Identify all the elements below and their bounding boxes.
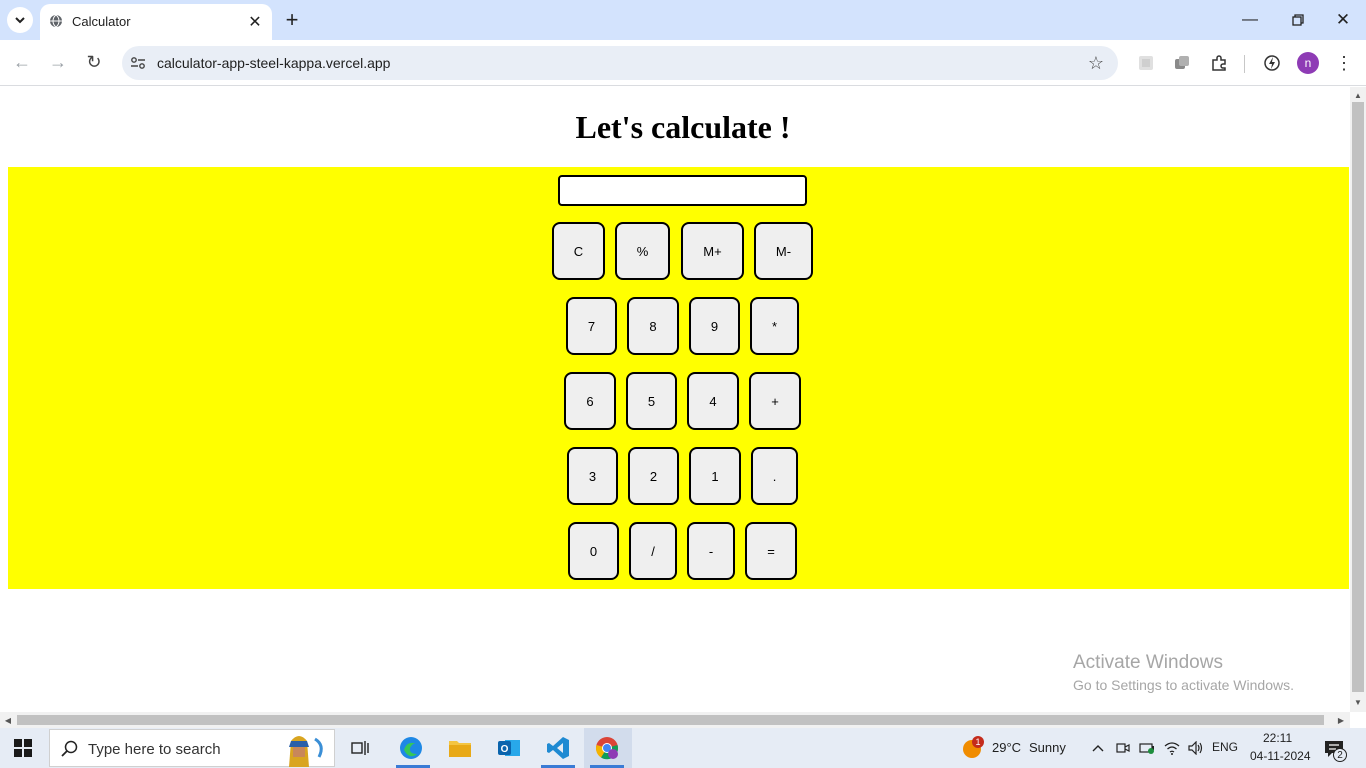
vertical-scrollbar[interactable]: ▲ ▼ (1350, 87, 1366, 712)
address-bar[interactable]: calculator-app-steel-kappa.vercel.app ☆ (122, 46, 1118, 80)
avatar[interactable]: n (1297, 52, 1319, 74)
extension-b-icon[interactable] (1172, 53, 1192, 73)
outlook-icon[interactable]: O (496, 735, 522, 761)
key-memory-minus[interactable]: M- (754, 222, 813, 280)
wifi-icon[interactable] (1162, 738, 1182, 758)
forward-icon[interactable]: → (47, 51, 69, 73)
key-3[interactable]: 3 (567, 447, 618, 505)
weather-badge: 1 (972, 736, 984, 748)
key-memory-plus[interactable]: M+ (681, 222, 744, 280)
svg-text:O: O (501, 744, 509, 755)
new-tab-icon[interactable]: + (282, 7, 302, 32)
search-icon (60, 739, 80, 759)
taskbar-search[interactable]: Type here to search (49, 729, 335, 767)
key-6[interactable]: 6 (564, 372, 616, 430)
extension-a-icon[interactable] (1136, 53, 1156, 73)
back-icon[interactable]: ← (11, 51, 33, 73)
key-9[interactable]: 9 (689, 297, 740, 355)
performance-icon[interactable] (1261, 52, 1283, 74)
menu-kebab-icon[interactable]: ⋮ (1334, 52, 1354, 74)
clock-time[interactable]: 22:11 (1263, 731, 1292, 745)
horizontal-scroll-thumb[interactable] (17, 715, 1324, 725)
key-multiply[interactable]: * (750, 297, 799, 355)
activation-watermark-subtitle: Go to Settings to activate Windows. (1073, 677, 1294, 693)
page-title: Let's calculate ! (575, 109, 791, 145)
reload-icon[interactable]: ↻ (83, 51, 105, 73)
battery-icon[interactable] (1138, 738, 1156, 758)
extensions-puzzle-icon[interactable] (1208, 52, 1230, 74)
key-decimal[interactable]: . (751, 447, 798, 505)
tab-strip: Calculator ✕ + — ✕ (0, 0, 1366, 40)
file-explorer-icon[interactable] (447, 736, 473, 760)
chevron-down-icon (15, 17, 25, 24)
key-divide[interactable]: / (629, 522, 677, 580)
calculator-panel: C % M+ M- 7 8 9 * 6 5 4 + 3 2 1 . 0 / - … (8, 167, 1349, 589)
tab-search-button[interactable] (7, 7, 33, 33)
language-indicator[interactable]: ENG (1212, 740, 1238, 754)
activation-watermark-title: Activate Windows (1073, 652, 1223, 673)
calculator-display[interactable] (558, 175, 807, 206)
meet-now-icon[interactable] (1114, 738, 1132, 758)
close-window-icon[interactable]: ✕ (1331, 8, 1355, 32)
key-percent[interactable]: % (615, 222, 670, 280)
site-info-icon[interactable] (129, 54, 147, 72)
key-5[interactable]: 5 (626, 372, 677, 430)
key-equals[interactable]: = (745, 522, 797, 580)
task-view-icon[interactable] (349, 737, 371, 759)
page-viewport: Let's calculate ! C % M+ M- 7 8 9 * 6 5 … (0, 87, 1350, 712)
search-placeholder: Type here to search (88, 741, 221, 758)
toolbar-divider (1244, 55, 1245, 73)
vscode-icon[interactable] (545, 735, 571, 761)
notification-count: 2 (1333, 748, 1347, 762)
url-text: calculator-app-steel-kappa.vercel.app (157, 55, 391, 71)
windows-start-icon[interactable] (13, 738, 33, 758)
minimize-icon[interactable]: — (1238, 8, 1262, 32)
weather-condition[interactable]: Sunny (1029, 740, 1066, 755)
scroll-down-icon[interactable]: ▼ (1353, 697, 1363, 707)
scroll-right-icon[interactable]: ▶ (1336, 715, 1346, 725)
horizontal-scrollbar[interactable]: ◀ ▶ (0, 712, 1350, 728)
key-4[interactable]: 4 (687, 372, 739, 430)
key-minus[interactable]: - (687, 522, 735, 580)
key-7[interactable]: 7 (566, 297, 617, 355)
close-tab-icon[interactable]: ✕ (246, 13, 264, 31)
search-highlight-icon (270, 730, 332, 767)
bookmark-star-icon[interactable]: ☆ (1086, 53, 1106, 73)
clock-date[interactable]: 04-11-2024 (1250, 749, 1311, 763)
key-0[interactable]: 0 (568, 522, 619, 580)
volume-icon[interactable] (1186, 738, 1206, 758)
browser-toolbar: ← → ↻ calculator-app-steel-kappa.vercel.… (0, 40, 1366, 86)
key-1[interactable]: 1 (689, 447, 741, 505)
tab-calculator[interactable]: Calculator ✕ (40, 4, 272, 40)
tab-title: Calculator (72, 14, 131, 29)
chevron-up-icon[interactable] (1090, 738, 1106, 758)
windows-taskbar: Type here to search O 1 29°C Sunny ENG 2… (0, 728, 1366, 768)
key-clear[interactable]: C (552, 222, 605, 280)
key-8[interactable]: 8 (627, 297, 679, 355)
chrome-icon[interactable] (594, 735, 620, 761)
globe-icon (49, 14, 63, 28)
weather-temperature[interactable]: 29°C (992, 740, 1021, 755)
scroll-left-icon[interactable]: ◀ (3, 715, 13, 725)
key-2[interactable]: 2 (628, 447, 679, 505)
edge-icon[interactable] (398, 735, 424, 761)
key-plus[interactable]: + (749, 372, 801, 430)
scroll-up-icon[interactable]: ▲ (1353, 90, 1363, 100)
vertical-scroll-thumb[interactable] (1352, 102, 1364, 692)
restore-icon[interactable] (1286, 8, 1310, 32)
